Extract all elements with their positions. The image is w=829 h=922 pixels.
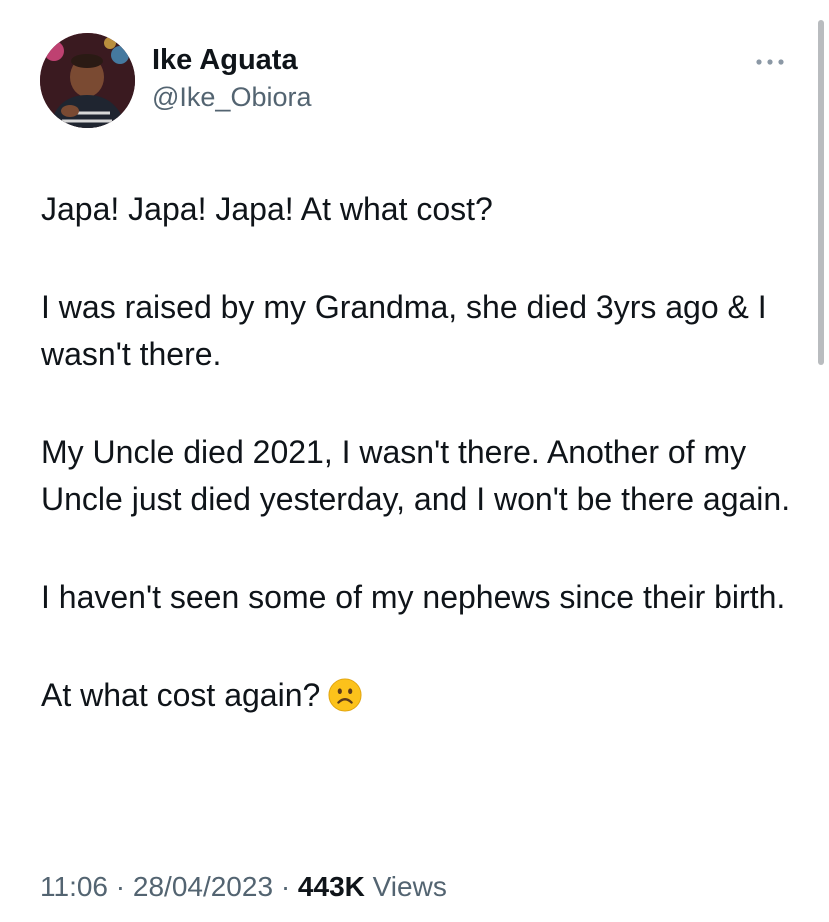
author-info: Ike Aguata @Ike_Obiora bbox=[152, 42, 311, 114]
author-display-name[interactable]: Ike Aguata bbox=[152, 42, 311, 78]
tweet-paragraph: My Uncle died 2021, I wasn't there. Anot… bbox=[41, 434, 791, 517]
tweet-paragraph: I haven't seen some of my nephews since … bbox=[41, 579, 786, 615]
tweet-paragraph: At what cost again? bbox=[41, 677, 321, 713]
frowning-face-emoji-icon bbox=[328, 678, 362, 712]
author-avatar[interactable] bbox=[40, 33, 135, 128]
views-label[interactable]: Views bbox=[373, 871, 447, 902]
tweet-text: Japa! Japa! Japa! At what cost? I was ra… bbox=[41, 186, 801, 719]
tweet-meta: 11:06 · 28/04/2023 · 443K Views bbox=[40, 867, 447, 907]
tweet-date[interactable]: 28/04/2023 bbox=[133, 871, 273, 902]
meta-separator: · bbox=[115, 871, 126, 902]
avatar-photo bbox=[40, 33, 135, 128]
views-count[interactable]: 443K bbox=[298, 871, 365, 902]
tweet-paragraph: I was raised by my Grandma, she died 3yr… bbox=[41, 289, 767, 372]
tweet-paragraph: Japa! Japa! Japa! At what cost? bbox=[41, 191, 493, 227]
more-options-button[interactable] bbox=[752, 50, 788, 74]
author-handle[interactable]: @Ike_Obiora bbox=[152, 80, 311, 114]
more-horizontal-icon bbox=[756, 59, 784, 65]
tweet-last-paragraph: At what cost again? bbox=[41, 672, 801, 719]
scrollbar-thumb[interactable] bbox=[818, 20, 824, 365]
tweet-card: Ike Aguata @Ike_Obiora Japa! Japa! Japa!… bbox=[0, 0, 829, 922]
meta-separator: · bbox=[280, 871, 291, 902]
tweet-time[interactable]: 11:06 bbox=[40, 871, 108, 902]
